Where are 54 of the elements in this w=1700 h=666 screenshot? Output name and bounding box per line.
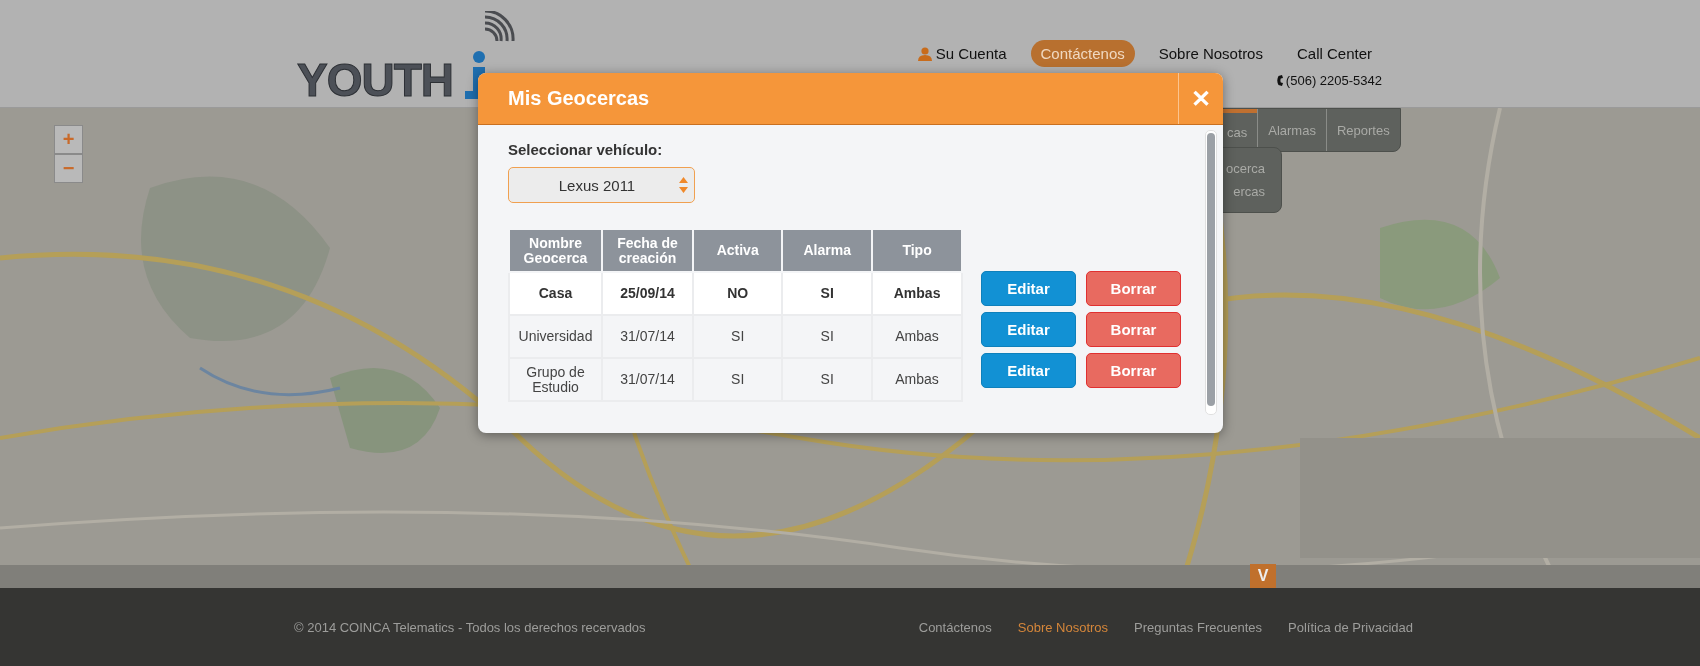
table-cell: 31/07/14 <box>602 315 694 358</box>
footer-link[interactable]: Sobre Nosotros <box>1017 619 1109 635</box>
footer-link[interactable]: Preguntas Frecuentes <box>1134 619 1262 635</box>
delete-button[interactable]: Borrar <box>1086 353 1181 388</box>
phone-icon <box>1276 75 1284 86</box>
table-cell: Ambas <box>872 272 962 315</box>
vehicle-select[interactable]: Lexus 2011 <box>508 167 695 203</box>
column-header: Nombre Geocerca <box>509 230 602 272</box>
table-cell: Ambas <box>872 315 962 358</box>
table-cell: SI <box>782 272 873 315</box>
expand-button[interactable]: V <box>1250 564 1276 588</box>
table-cell: Grupo de Estudio <box>509 358 602 401</box>
delete-button[interactable]: Borrar <box>1086 312 1181 347</box>
edit-button[interactable]: Editar <box>981 353 1076 388</box>
nav-link[interactable]: Call Center <box>1286 40 1382 67</box>
table-cell: 25/09/14 <box>602 272 694 315</box>
copyright-text: © 2014 COINCA Telematics - Todos los derechos recervados <box>294 619 646 635</box>
zoom-in-button[interactable]: + <box>54 125 83 154</box>
table-row[interactable]: Grupo de Estudio 31/07/14 SI SI Ambas <box>509 358 962 401</box>
delete-button[interactable]: Borrar <box>1086 271 1181 306</box>
field-label: Seleccionar vehículo: <box>508 141 663 158</box>
column-header: Alarma <box>782 230 873 272</box>
table-cell: SI <box>782 358 873 401</box>
nav-link[interactable]: Contáctenos <box>1030 40 1135 67</box>
logo-text: YOUTH <box>297 57 453 103</box>
modal-title: Mis Geocercas <box>507 87 650 110</box>
submenu-item[interactable]: ercas <box>1233 184 1265 199</box>
table-cell: SI <box>693 315 783 358</box>
table-cell: Universidad <box>509 315 602 358</box>
table-cell: Ambas <box>872 358 962 401</box>
table-cell: SI <box>693 358 783 401</box>
footer-link[interactable]: Política de Privacidad <box>1288 619 1413 635</box>
edit-button[interactable]: Editar <box>981 271 1076 306</box>
table-row[interactable]: Casa 25/09/14 NO SI Ambas <box>509 272 962 315</box>
nav-link[interactable]: Sobre Nosotros <box>1148 40 1273 67</box>
table-cell: NO <box>693 272 783 315</box>
table-cell: 31/07/14 <box>602 358 694 401</box>
nav-link[interactable]: Su Cuenta <box>907 40 1017 67</box>
close-button[interactable]: ✕ <box>1178 73 1223 124</box>
phone-number: (506) 2205-5342 <box>1285 73 1382 88</box>
scrollbar[interactable] <box>1205 130 1217 415</box>
footer-link[interactable]: Contáctenos <box>918 619 992 635</box>
column-header: Tipo <box>872 230 962 272</box>
zoom-out-button[interactable]: − <box>54 154 83 183</box>
edit-button[interactable]: Editar <box>981 312 1076 347</box>
column-header: Fecha de creación <box>602 230 694 272</box>
submenu-item[interactable]: ocerca <box>1225 161 1265 176</box>
user-icon <box>917 46 932 61</box>
map-menu-tab[interactable]: Reportes <box>1325 109 1400 151</box>
table-cell: SI <box>782 315 873 358</box>
sort-arrows-icon <box>679 177 688 193</box>
table-cell: Casa <box>509 272 602 315</box>
table-row[interactable]: Universidad 31/07/14 SI SI Ambas <box>509 315 962 358</box>
column-header: Activa <box>693 230 783 272</box>
